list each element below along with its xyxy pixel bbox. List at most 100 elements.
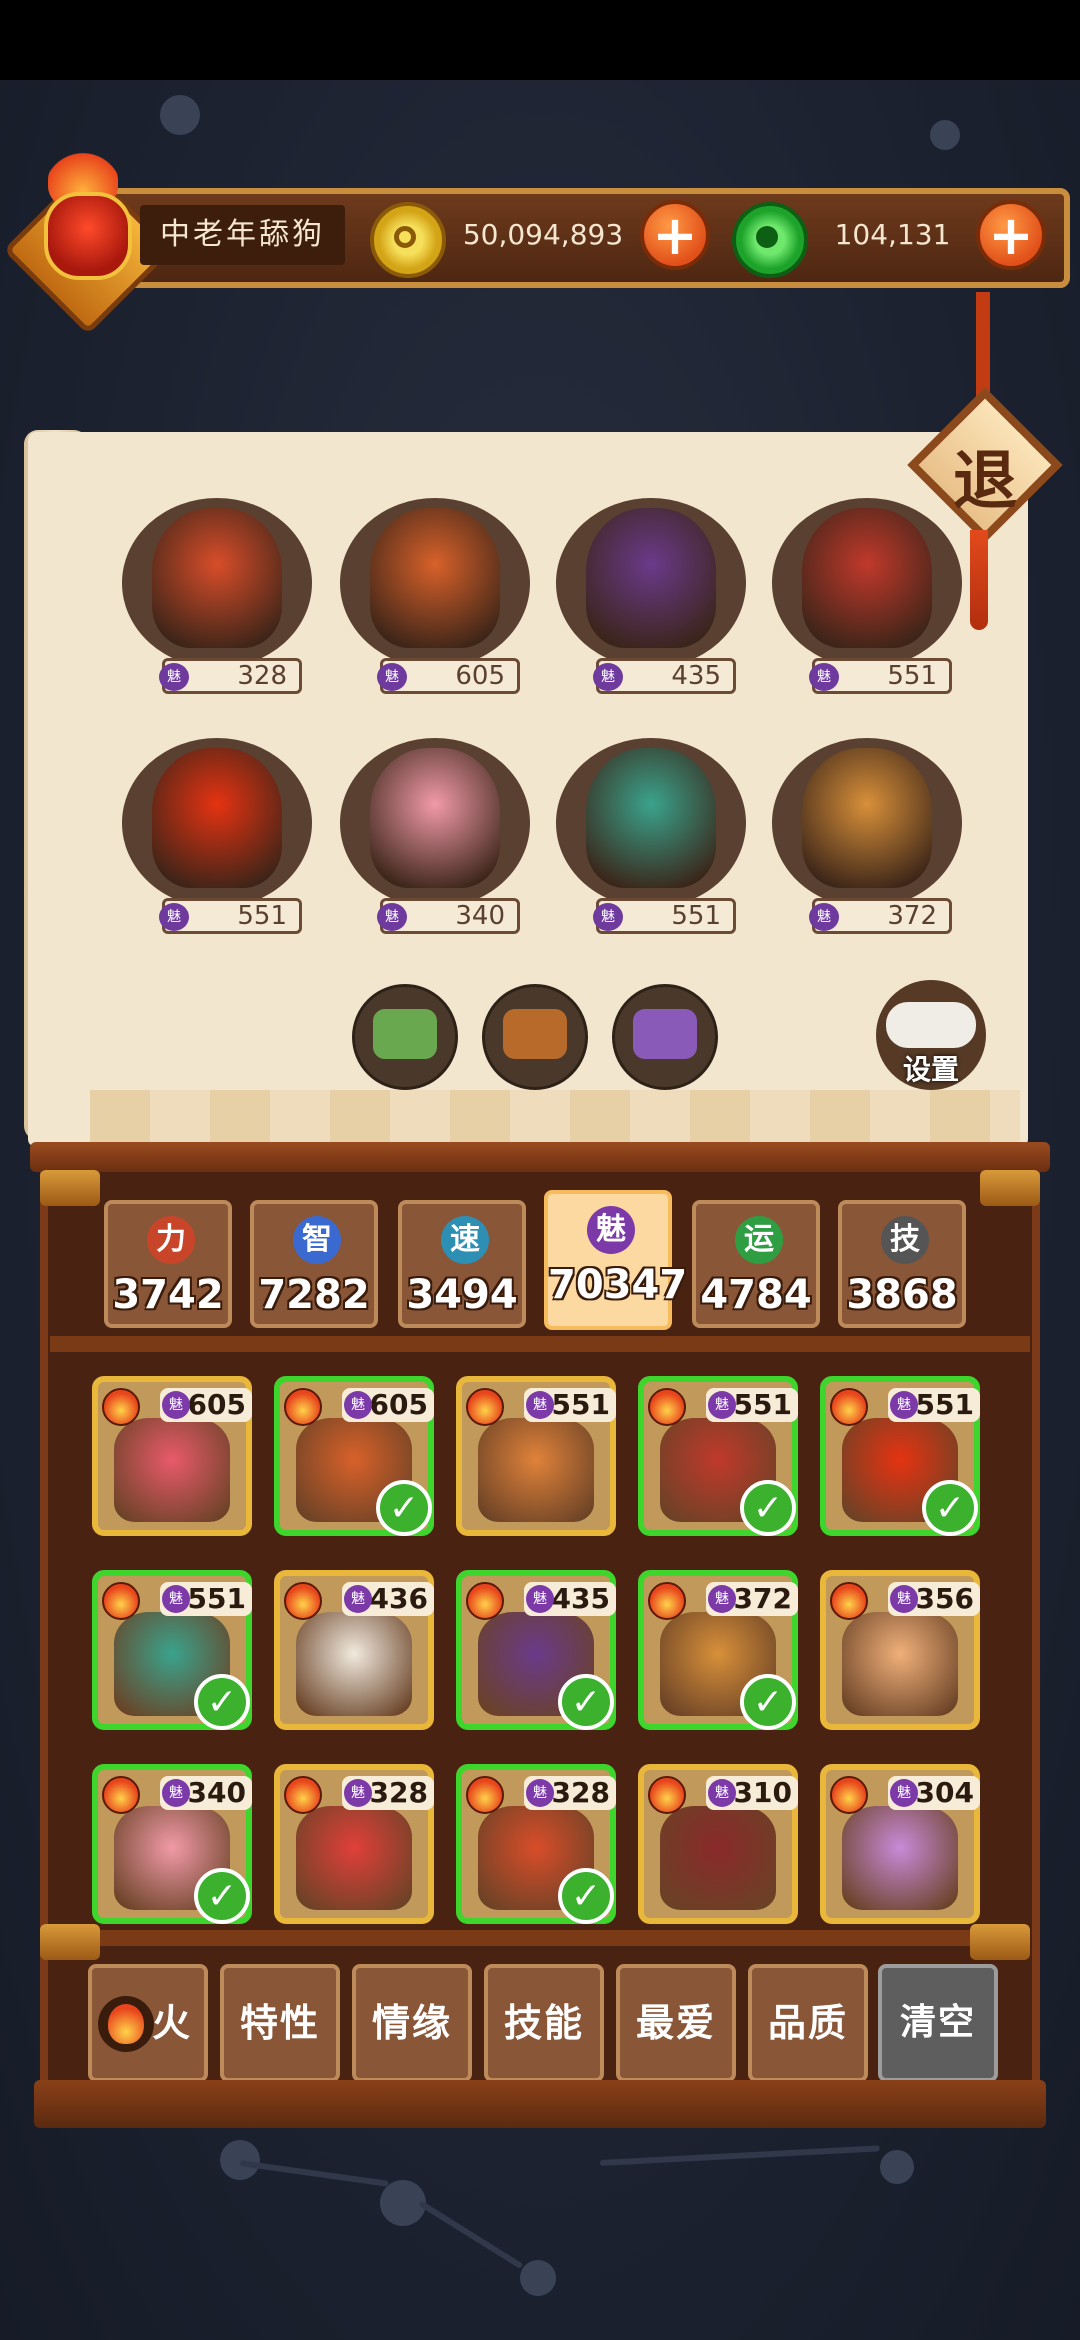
stat-value: 7282 — [258, 1272, 370, 1318]
display-slot[interactable]: 魅 435 — [556, 498, 746, 694]
stat-icon: 技 — [881, 1216, 929, 1264]
hero-charm-value: 551 — [187, 1582, 246, 1615]
charm-gem-icon: 魅 — [708, 1585, 736, 1613]
hero-card[interactable]: 魅 340 ✓ — [92, 1764, 252, 1924]
slot-charm-value: 605 — [455, 661, 505, 691]
fire-element-icon — [284, 1776, 322, 1814]
hero-charm-badge: 魅 340 — [160, 1776, 252, 1810]
filter-bond-button[interactable]: 情缘 — [352, 1964, 472, 2082]
hero-card[interactable]: 魅 328 ✓ — [456, 1764, 616, 1924]
hero-card[interactable]: 魅 328 — [274, 1764, 434, 1924]
hero-card[interactable]: 魅 551 — [456, 1376, 616, 1536]
display-slot[interactable]: 魅 605 — [340, 498, 530, 694]
clear-button[interactable]: 清空 — [878, 1964, 998, 2082]
settings-button[interactable]: 设置 — [876, 980, 986, 1090]
cabinet-shelf — [50, 1336, 1030, 1352]
selected-check-icon: ✓ — [558, 1674, 614, 1730]
hero-card[interactable]: 魅 356 — [820, 1570, 980, 1730]
hero-portrait — [586, 508, 716, 648]
slot-charm-tag: 魅 551 — [593, 898, 736, 934]
slot-charm-tag: 魅 328 — [159, 658, 302, 694]
charm-gem-icon: 魅 — [159, 903, 189, 931]
hero-charm-value: 310 — [733, 1776, 792, 1809]
cabinet-bracket — [40, 1924, 100, 1960]
fire-element-icon — [648, 1388, 686, 1426]
hero-charm-badge: 魅 310 — [706, 1776, 798, 1810]
charm-gem-icon: 魅 — [159, 663, 189, 691]
display-slot[interactable]: 魅 328 — [122, 498, 312, 694]
add-gold-button[interactable]: + — [640, 200, 710, 270]
hero-card[interactable]: 魅 435 ✓ — [456, 1570, 616, 1730]
filter-fire-button[interactable]: 火 — [88, 1964, 208, 2082]
hero-charm-value: 551 — [915, 1388, 974, 1421]
selected-check-icon: ✓ — [376, 1480, 432, 1536]
hero-charm-badge: 魅 328 — [342, 1776, 434, 1810]
fire-element-icon — [648, 1776, 686, 1814]
constellation-star — [880, 2150, 914, 2184]
charm-gem-icon: 魅 — [344, 1391, 372, 1419]
lion-mask-icon — [44, 192, 132, 280]
settings-label: 设置 — [902, 1053, 959, 1086]
fire-element-icon — [284, 1582, 322, 1620]
constellation-star — [520, 2260, 556, 2296]
filter-favorite-button[interactable]: 最爱 — [616, 1964, 736, 2082]
charm-gem-icon: 魅 — [890, 1585, 918, 1613]
filter-trait-button[interactable]: 特性 — [220, 1964, 340, 2082]
charm-gem-icon: 魅 — [377, 663, 407, 691]
stat-tab[interactable]: 运 4784 — [692, 1200, 820, 1328]
stat-value: 3494 — [406, 1272, 518, 1318]
purple-cake-icon[interactable] — [612, 984, 718, 1090]
charm-gem-icon: 魅 — [809, 903, 839, 931]
fire-element-icon — [466, 1388, 504, 1426]
gamepad-icon — [886, 1002, 976, 1048]
filter-quality-button[interactable]: 品质 — [748, 1964, 868, 2082]
display-slot[interactable]: 魅 340 — [340, 738, 530, 934]
hero-card[interactable]: 魅 605 — [92, 1376, 252, 1536]
hero-charm-value: 328 — [369, 1776, 428, 1809]
display-slot[interactable]: 魅 372 — [772, 738, 962, 934]
charm-gem-icon: 魅 — [890, 1391, 918, 1419]
hero-portrait — [842, 1612, 958, 1716]
hero-charm-badge: 魅 356 — [888, 1582, 980, 1616]
hero-charm-badge: 魅 605 — [342, 1388, 434, 1422]
hero-card[interactable]: 魅 605 ✓ — [274, 1376, 434, 1536]
display-slot[interactable]: 魅 551 — [556, 738, 746, 934]
status-bar — [0, 0, 1080, 80]
cabinet-top-beam — [30, 1142, 1050, 1172]
display-slot[interactable]: 魅 551 — [122, 738, 312, 934]
player-avatar[interactable] — [3, 150, 173, 335]
hero-card[interactable]: 魅 551 ✓ — [820, 1376, 980, 1536]
selected-check-icon: ✓ — [194, 1868, 250, 1924]
stat-tab[interactable]: 魅 70347 — [544, 1190, 688, 1330]
constellation-star — [930, 120, 960, 150]
hero-charm-badge: 魅 551 — [524, 1388, 616, 1422]
slot-charm-tag: 魅 435 — [593, 658, 736, 694]
stat-tab[interactable]: 速 3494 — [398, 1200, 526, 1328]
hero-card[interactable]: 魅 310 — [638, 1764, 798, 1924]
hero-card[interactable]: 魅 304 — [820, 1764, 980, 1924]
charm-gem-icon: 魅 — [593, 663, 623, 691]
exit-button[interactable]: 退 — [907, 387, 1063, 543]
hero-card[interactable]: 魅 551 ✓ — [92, 1570, 252, 1730]
hero-card[interactable]: 魅 436 — [274, 1570, 434, 1730]
stat-tab[interactable]: 技 3868 — [838, 1200, 966, 1328]
food-basket-icon[interactable] — [482, 984, 588, 1090]
stat-tab[interactable]: 力 3742 — [104, 1200, 232, 1328]
food-bowl-icon[interactable] — [352, 984, 458, 1090]
stat-value: 70347 — [548, 1262, 688, 1308]
charm-gem-icon: 魅 — [526, 1779, 554, 1807]
filter-skill-button[interactable]: 技能 — [484, 1964, 604, 2082]
fire-element-icon — [102, 1776, 140, 1814]
constellation-star — [160, 95, 200, 135]
stat-tab[interactable]: 智 7282 — [250, 1200, 378, 1328]
hero-charm-value: 328 — [551, 1776, 610, 1809]
hero-portrait — [152, 748, 282, 888]
hero-portrait — [478, 1418, 594, 1522]
slot-charm-tag: 魅 605 — [377, 658, 520, 694]
hero-card[interactable]: 魅 551 ✓ — [638, 1376, 798, 1536]
add-jade-button[interactable]: + — [976, 200, 1046, 270]
selected-check-icon: ✓ — [922, 1480, 978, 1536]
slot-charm-tag: 魅 551 — [809, 658, 952, 694]
hero-portrait — [660, 1806, 776, 1910]
hero-card[interactable]: 魅 372 ✓ — [638, 1570, 798, 1730]
